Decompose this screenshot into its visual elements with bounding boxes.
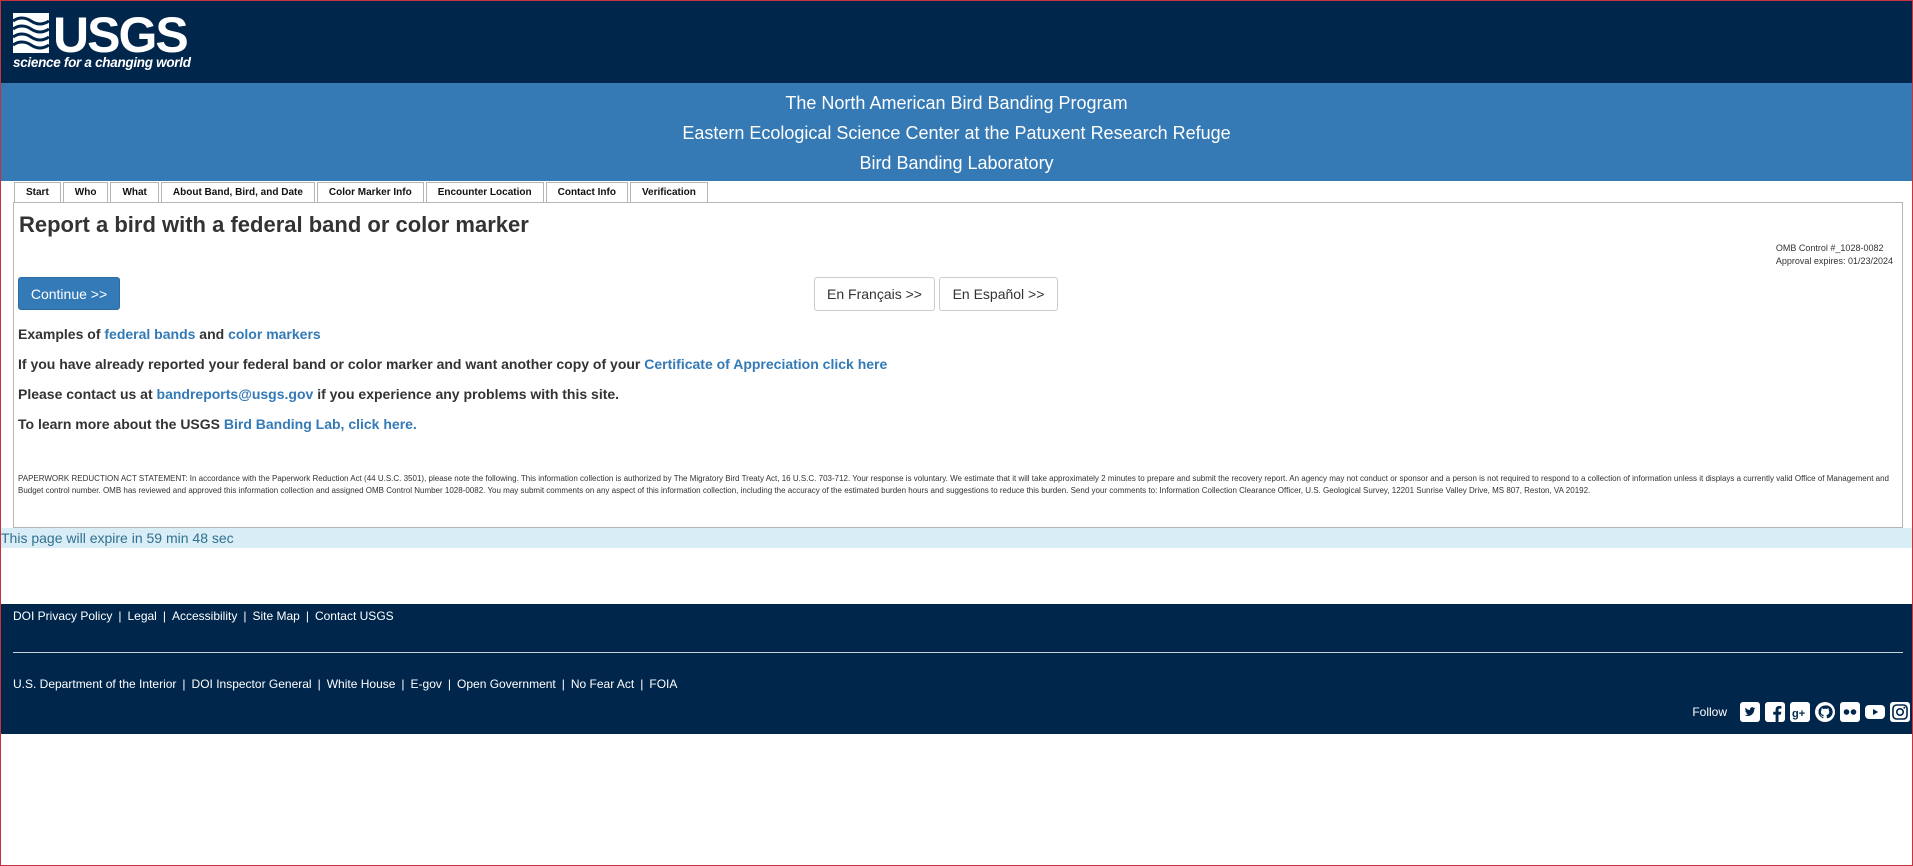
expire-notice: This page will expire in 59 min 48 sec <box>1 528 1912 548</box>
logo-tagline: science for a changing world <box>13 55 191 70</box>
continue-button[interactable]: Continue >> <box>18 277 120 310</box>
omb-approval-expires: Approval expires: 01/23/2024 <box>1775 256 1893 266</box>
tab-what[interactable]: What <box>110 182 159 202</box>
wizard-tabs: Start Who What About Band, Bird, and Dat… <box>14 182 710 202</box>
paperwork-statement: PAPERWORK REDUCTION ACT STATEMENT: In ac… <box>18 474 1889 495</box>
program-center: Eastern Ecological Science Center at the… <box>682 123 1231 143</box>
flickr-icon[interactable] <box>1840 702 1860 722</box>
color-markers-link[interactable]: color markers <box>228 326 321 342</box>
federal-bands-link[interactable]: federal bands <box>104 326 195 342</box>
email-link[interactable]: bandreports@usgs.gov <box>157 386 314 402</box>
e-gov-link[interactable]: E-gov <box>411 677 442 691</box>
white-house-link[interactable]: White House <box>327 677 396 691</box>
site-map-link[interactable]: Site Map <box>252 609 299 623</box>
usgs-wave-icon <box>13 13 49 53</box>
accessibility-link[interactable]: Accessibility <box>172 609 237 623</box>
omb-control-number: OMB Control #_1028-0082 <box>1775 243 1884 253</box>
twitter-icon[interactable] <box>1740 702 1760 722</box>
doi-privacy-policy-link[interactable]: DOI Privacy Policy <box>13 609 112 623</box>
start-panel: Report a bird with a federal band or col… <box>13 202 1903 528</box>
foia-link[interactable]: FOIA <box>649 677 677 691</box>
french-button[interactable]: En Français >> <box>814 277 935 311</box>
instagram-icon[interactable] <box>1890 702 1910 722</box>
youtube-icon[interactable] <box>1865 702 1885 722</box>
no-fear-act-link[interactable]: No Fear Act <box>571 677 634 691</box>
usgs-logo[interactable]: USGS science for a changing world <box>13 7 191 77</box>
footer-divider <box>13 652 1903 653</box>
legal-link[interactable]: Legal <box>127 609 156 623</box>
svg-text:g+: g+ <box>1792 708 1805 720</box>
learn-more-line: To learn more about the USGS Bird Bandin… <box>18 416 417 432</box>
tab-color-marker-info[interactable]: Color Marker Info <box>316 182 424 202</box>
follow-social: Follow g+ <box>1692 702 1910 722</box>
google-plus-icon[interactable]: g+ <box>1790 702 1810 722</box>
usgs-header: USGS science for a changing world <box>1 1 1912 83</box>
program-title: The North American Bird Banding Program <box>785 93 1128 113</box>
tab-about-band-bird-date[interactable]: About Band, Bird, and Date <box>160 182 315 202</box>
bird-banding-lab-link[interactable]: Bird Banding Lab, click here. <box>224 416 417 432</box>
examples-line: Examples of federal bands and color mark… <box>18 326 321 342</box>
page-title: Report a bird with a federal band or col… <box>19 212 529 237</box>
facebook-icon[interactable] <box>1765 702 1785 722</box>
tab-who[interactable]: Who <box>62 182 109 202</box>
contact-usgs-link[interactable]: Contact USGS <box>315 609 394 623</box>
doi-link[interactable]: U.S. Department of the Interior <box>13 677 176 691</box>
open-government-link[interactable]: Open Government <box>457 677 556 691</box>
contact-line: Please contact us at bandreports@usgs.go… <box>18 386 620 402</box>
tab-encounter-location[interactable]: Encounter Location <box>425 182 544 202</box>
omb-info: OMB Control #_1028-0082 Approval expires… <box>1776 242 1893 268</box>
site-footer: DOI Privacy Policy | Legal | Accessibility | S… <box>1 604 1912 734</box>
tab-contact-info[interactable]: Contact Info <box>545 182 628 202</box>
github-icon[interactable] <box>1815 702 1835 722</box>
footer-secondary-links: U.S. Department of the Interior | DOI Insp… <box>13 677 678 691</box>
doi-inspector-general-link[interactable]: DOI Inspector General <box>192 677 312 691</box>
tab-verification[interactable]: Verification <box>629 182 708 202</box>
footer-primary-links: DOI Privacy Policy | Legal | Accessibility | S… <box>13 609 394 623</box>
follow-label: Follow <box>1692 705 1727 719</box>
certificate-line: If you have already reported your federa… <box>18 356 888 372</box>
program-banner: The North American Bird Banding Program … <box>1 83 1912 181</box>
tab-start[interactable]: Start <box>14 182 61 202</box>
spanish-button[interactable]: En Español >> <box>939 277 1058 311</box>
certificate-link[interactable]: Certificate of Appreciation click here <box>644 356 887 372</box>
program-lab: Bird Banding Laboratory <box>859 153 1054 173</box>
